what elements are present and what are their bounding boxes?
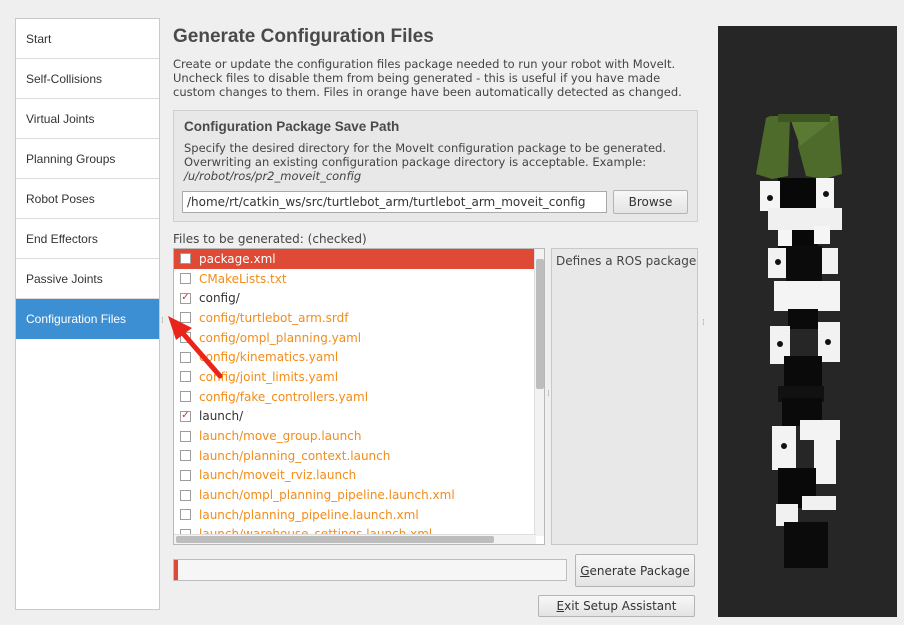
robot-arm-model (756, 114, 842, 568)
file-name: CMakeLists.txt (199, 271, 287, 286)
horizontal-scroll-thumb[interactable] (176, 536, 494, 543)
save-path-title: Configuration Package Save Path (184, 119, 400, 134)
file-row[interactable]: launch/moveit_rviz.launch (174, 466, 544, 486)
file-description-panel: Defines a ROS package ⁞ (547, 248, 698, 545)
save-path-example: /u/robot/ros/pr2_moveit_config (184, 169, 362, 183)
vertical-scroll-thumb[interactable] (536, 259, 544, 389)
exit-mnemonic: E (556, 599, 565, 613)
page-description: Create or update the configuration files… (173, 57, 682, 99)
sidebar-item-passive-joints[interactable]: Passive Joints (16, 259, 159, 299)
file-name: launch/planning_pipeline.launch.xml (199, 507, 419, 522)
file-name: package.xml (199, 251, 276, 266)
generate-mnemonic: G (580, 563, 590, 578)
sidebar-item-planning-groups[interactable]: Planning Groups (16, 139, 159, 179)
file-row[interactable]: launch/planning_pipeline.launch.xml (174, 505, 544, 525)
sidebar-nav: Start Self-Collisions Virtual Joints Planni… (15, 18, 160, 610)
file-name: launch/planning_context.launch (199, 448, 391, 463)
file-name: config/fake_controllers.yaml (199, 389, 369, 404)
page-title: Generate Configuration Files (173, 26, 434, 47)
browse-button[interactable]: Browse (613, 190, 688, 214)
red-arrow-icon (168, 316, 223, 379)
save-path-group: Configuration Package Save Path Specify … (173, 110, 698, 222)
sidebar-item-robot-poses[interactable]: Robot Poses (16, 179, 159, 219)
file-name: launch/ (199, 409, 244, 424)
file-description-text: Defines a ROS package (556, 254, 697, 268)
sidebar-item-self-collisions[interactable]: Self-Collisions (16, 59, 159, 99)
files-label: Files to be generated: (checked) (173, 232, 367, 246)
file-checkbox[interactable] (180, 430, 191, 442)
file-row[interactable]: launch/ompl_planning_pipeline.launch.xml (174, 485, 544, 505)
save-path-description: Specify the desired directory for the Mo… (184, 141, 689, 183)
arm-segments (760, 178, 842, 568)
gripper-icon (756, 114, 842, 179)
file-list[interactable]: package.xml CMakeLists.txt ✓ config/config/… (173, 248, 545, 545)
file-list-vertical-scrollbar[interactable] (534, 249, 544, 536)
file-row[interactable]: launch/move_group.launch (174, 426, 544, 446)
file-checkbox[interactable] (180, 489, 191, 501)
file-checkbox[interactable] (180, 391, 191, 403)
file-row[interactable]: CMakeLists.txt (174, 269, 544, 289)
file-checkbox[interactable] (180, 253, 191, 265)
file-name: launch/move_group.launch (199, 429, 362, 444)
generation-progress-bar (173, 559, 567, 581)
exit-setup-assistant-button[interactable]: Exit Setup Assistant (538, 595, 695, 617)
file-checkbox[interactable] (180, 509, 191, 521)
check-mark-icon[interactable]: ✓ (180, 410, 191, 422)
file-checkbox[interactable] (180, 273, 191, 285)
file-checkbox[interactable] (180, 450, 191, 462)
sidebar-item-virtual-joints[interactable]: Virtual Joints (16, 99, 159, 139)
generate-label: enerate Package (589, 563, 690, 578)
sidebar-item-configuration-files[interactable]: Configuration Files (16, 299, 159, 339)
progress-fill (174, 560, 178, 580)
sidebar-item-start[interactable]: Start (16, 19, 159, 59)
exit-label: xit Setup Assistant (564, 599, 677, 613)
sidebar-item-end-effectors[interactable]: End Effectors (16, 219, 159, 259)
file-row[interactable]: ✓ launch/ (174, 407, 544, 427)
file-name: launch/ompl_planning_pipeline.launch.xml (199, 488, 455, 503)
generate-package-button[interactable]: Generate Package (575, 554, 695, 587)
robot-3d-viewport[interactable] (718, 26, 897, 617)
file-name: launch/moveit_rviz.launch (199, 468, 357, 483)
file-list-horizontal-scrollbar[interactable] (174, 534, 536, 544)
file-row[interactable]: launch/planning_context.launch (174, 446, 544, 466)
file-checkbox[interactable] (180, 469, 191, 481)
splitter-handle-icon[interactable]: ⁞ (547, 389, 550, 399)
file-row[interactable]: package.xml (174, 249, 544, 269)
save-path-description-text: Specify the desired directory for the Mo… (184, 141, 667, 169)
viewport-splitter-handle-icon[interactable]: ⁞ (702, 318, 705, 328)
save-path-input[interactable] (182, 191, 607, 213)
